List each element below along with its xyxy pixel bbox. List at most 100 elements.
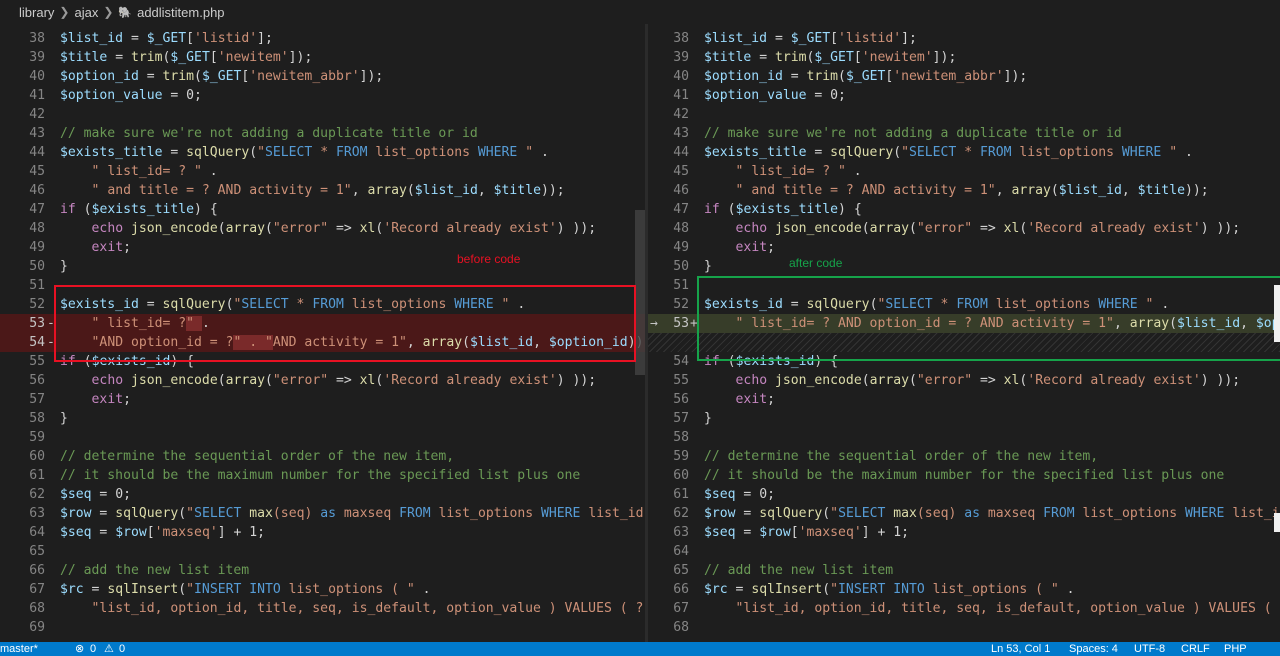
- code-line[interactable]: 55 if ($exists_id) {: [0, 352, 645, 371]
- code-line[interactable]: 60 // it should be the maximum number for…: [648, 466, 1280, 485]
- code-line[interactable]: 51: [0, 276, 645, 295]
- breadcrumb-item-ajax[interactable]: ajax: [74, 5, 98, 20]
- error-count[interactable]: 0: [90, 642, 96, 656]
- code-line[interactable]: 40 $option_id = trim($_GET['newitem_abbr'…: [0, 67, 645, 86]
- error-icon[interactable]: ⊗: [75, 642, 84, 656]
- code-text[interactable]: echo json_encode(array("error" => xl('Re…: [704, 219, 1241, 238]
- code-line[interactable]: 57}: [648, 409, 1280, 428]
- code-line[interactable]: 39 $title = trim($_GET['newitem']);: [648, 48, 1280, 67]
- branch-indicator[interactable]: master*: [0, 642, 38, 656]
- code-line[interactable]: 52 $exists_id = sqlQuery("SELECT * FROM l…: [0, 295, 645, 314]
- code-text[interactable]: $seq = $row['maxseq'] + 1;: [60, 523, 265, 542]
- encoding[interactable]: UTF-8: [1134, 642, 1165, 656]
- code-text[interactable]: "list_id, option_id, title, seq, is_defa…: [60, 599, 645, 618]
- code-line[interactable]: 66 // add the new list item: [0, 561, 645, 580]
- code-line[interactable]: 41 $option_value = 0;: [648, 86, 1280, 105]
- code-line[interactable]: 61 // it should be the maximum number for…: [0, 466, 645, 485]
- code-text[interactable]: " list_id= ?" .: [60, 314, 210, 333]
- code-text[interactable]: $list_id = $_GET['listid'];: [704, 29, 917, 48]
- code-line[interactable]: 40 $option_id = trim($_GET['newitem_abbr'…: [648, 67, 1280, 86]
- code-text[interactable]: $title = trim($_GET['newitem']);: [704, 48, 956, 67]
- code-line[interactable]: 58}: [0, 409, 645, 428]
- code-line[interactable]: 62 $row = sqlQuery("SELECT max(seq) as ma…: [648, 504, 1280, 523]
- code-text[interactable]: // make sure we're not adding a duplicat…: [704, 124, 1122, 143]
- language-mode[interactable]: PHP: [1224, 642, 1247, 656]
- code-text[interactable]: $exists_id = sqlQuery("SELECT * FROM lis…: [704, 295, 1169, 314]
- code-line[interactable]: 46 " and title = ? AND activity = 1", ar…: [648, 181, 1280, 200]
- code-text[interactable]: // determine the sequential order of the…: [704, 447, 1098, 466]
- code-text[interactable]: "list_id, option_id, title, seq, is_defa…: [704, 599, 1280, 618]
- code-line[interactable]: 64: [648, 542, 1280, 561]
- code-line[interactable]: 43 // make sure we're not adding a duplic…: [648, 124, 1280, 143]
- code-text[interactable]: // add the new list item: [704, 561, 893, 580]
- code-text[interactable]: $option_value = 0;: [704, 86, 846, 105]
- code-line[interactable]: 39 $title = trim($_GET['newitem']);: [0, 48, 645, 67]
- code-line[interactable]: 64 $seq = $row['maxseq'] + 1;: [0, 523, 645, 542]
- code-line[interactable]: 48 echo json_encode(array("error" => xl(…: [648, 219, 1280, 238]
- code-text[interactable]: $seq = 0;: [60, 485, 131, 504]
- code-line[interactable]: 59 // determine the sequential order of t…: [648, 447, 1280, 466]
- code-text[interactable]: // it should be the maximum number for t…: [704, 466, 1224, 485]
- code-line[interactable]: 46 " and title = ? AND activity = 1", ar…: [0, 181, 645, 200]
- code-line[interactable]: 44 $exists_title = sqlQuery("SELECT * FRO…: [648, 143, 1280, 162]
- code-text[interactable]: $exists_id = sqlQuery("SELECT * FROM lis…: [60, 295, 525, 314]
- code-text[interactable]: $row = sqlQuery("SELECT max(seq) as maxs…: [704, 504, 1280, 523]
- code-text[interactable]: // make sure we're not adding a duplicat…: [60, 124, 478, 143]
- code-line[interactable]: 54 if ($exists_id) {: [648, 352, 1280, 371]
- code-line[interactable]: 58: [648, 428, 1280, 447]
- code-line[interactable]: 41 $option_value = 0;: [0, 86, 645, 105]
- code-line[interactable]: 43 // make sure we're not adding a duplic…: [0, 124, 645, 143]
- code-line[interactable]: 68 "list_id, option_id, title, seq, is_d…: [0, 599, 645, 618]
- code-text[interactable]: $rc = sqlInsert("INSERT INTO list_option…: [60, 580, 431, 599]
- cursor-position[interactable]: Ln 53, Col 1: [991, 642, 1050, 656]
- code-line[interactable]: 49 exit;: [0, 238, 645, 257]
- code-text[interactable]: }: [60, 257, 68, 276]
- code-text[interactable]: $option_value = 0;: [60, 86, 202, 105]
- diff-editor-original[interactable]: 38 $list_id = $_GET['listid']; 39 $title = …: [0, 10, 645, 642]
- code-text[interactable]: // add the new list item: [60, 561, 249, 580]
- code-text[interactable]: $exists_title = sqlQuery("SELECT * FROM …: [60, 143, 549, 162]
- code-text[interactable]: // it should be the maximum number for t…: [60, 466, 580, 485]
- code-text[interactable]: $seq = 0;: [704, 485, 775, 504]
- code-line[interactable]: 61 $seq = 0;: [648, 485, 1280, 504]
- code-text[interactable]: exit;: [704, 390, 775, 409]
- code-text[interactable]: exit;: [60, 390, 131, 409]
- code-text[interactable]: $list_id = $_GET['listid'];: [60, 29, 273, 48]
- breadcrumb-item-library[interactable]: library: [19, 5, 54, 20]
- code-text[interactable]: if ($exists_title) {: [60, 200, 218, 219]
- code-line[interactable]: 44 $exists_title = sqlQuery("SELECT * FRO…: [0, 143, 645, 162]
- code-text[interactable]: }: [704, 409, 712, 428]
- warning-icon[interactable]: ⚠: [104, 642, 114, 656]
- code-text[interactable]: " list_id= ? " .: [60, 162, 218, 181]
- code-text[interactable]: echo json_encode(array("error" => xl('Re…: [704, 371, 1241, 390]
- code-text[interactable]: $seq = $row['maxseq'] + 1;: [704, 523, 909, 542]
- breadcrumb-item-file[interactable]: addlistitem.php: [137, 5, 224, 20]
- code-text[interactable]: $option_id = trim($_GET['newitem_abbr'])…: [704, 67, 1027, 86]
- code-text[interactable]: " and title = ? AND activity = 1", array…: [60, 181, 565, 200]
- code-text[interactable]: echo json_encode(array("error" => xl('Re…: [60, 219, 597, 238]
- code-line[interactable]: 45 " list_id= ? " .: [0, 162, 645, 181]
- indentation[interactable]: Spaces: 4: [1069, 642, 1118, 656]
- code-line[interactable]: 65 // add the new list item: [648, 561, 1280, 580]
- code-line[interactable]: 67 $rc = sqlInsert("INSERT INTO list_opti…: [0, 580, 645, 599]
- scrollbar-thumb[interactable]: [635, 210, 645, 375]
- code-line[interactable]: 59: [0, 428, 645, 447]
- code-line[interactable]: 54- "AND option_id = ?" . "AND activity …: [0, 333, 645, 352]
- code-line[interactable]: 52 $exists_id = sqlQuery("SELECT * FROM l…: [648, 295, 1280, 314]
- code-line[interactable]: 50}: [0, 257, 645, 276]
- code-line[interactable]: 56 exit;: [648, 390, 1280, 409]
- code-text[interactable]: // determine the sequential order of the…: [60, 447, 454, 466]
- code-text[interactable]: $option_id = trim($_GET['newitem_abbr'])…: [60, 67, 383, 86]
- code-line[interactable]: 45 " list_id= ? " .: [648, 162, 1280, 181]
- code-line[interactable]: 38 $list_id = $_GET['listid'];: [648, 29, 1280, 48]
- code-line[interactable]: 48 echo json_encode(array("error" => xl(…: [0, 219, 645, 238]
- code-text[interactable]: $title = trim($_GET['newitem']);: [60, 48, 312, 67]
- code-line[interactable]: 42: [648, 105, 1280, 124]
- code-line[interactable]: 65: [0, 542, 645, 561]
- code-line[interactable]: 62 $seq = 0;: [0, 485, 645, 504]
- code-text[interactable]: exit;: [704, 238, 775, 257]
- code-text[interactable]: "AND option_id = ?" . "AND activity = 1"…: [60, 333, 645, 352]
- code-text[interactable]: }: [60, 409, 68, 428]
- code-line[interactable]: 63 $seq = $row['maxseq'] + 1;: [648, 523, 1280, 542]
- diff-editor-modified[interactable]: 38 $list_id = $_GET['listid']; 39 $title = …: [648, 10, 1280, 642]
